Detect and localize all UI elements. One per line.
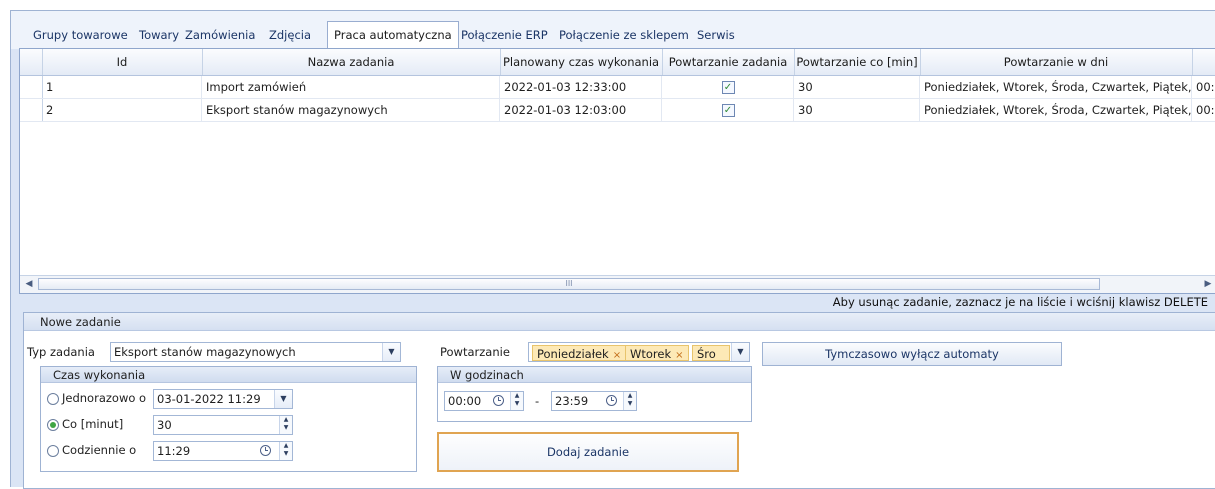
main-window: Grupy towarowe Towary Zamówienia Zdjęcia… bbox=[10, 10, 1215, 489]
tab-towary[interactable]: Towary bbox=[133, 24, 185, 46]
spin-icon[interactable]: ▲ ▼ bbox=[279, 442, 292, 460]
cell-every: 30 bbox=[794, 76, 920, 98]
once-label: Jednorazowo o bbox=[62, 391, 147, 405]
every-radio[interactable] bbox=[47, 419, 59, 431]
remove-tag-icon[interactable]: × bbox=[613, 350, 621, 361]
chevron-down-icon[interactable]: ▼ bbox=[731, 343, 749, 361]
horizontal-scrollbar[interactable]: ◀ III ▶ bbox=[20, 275, 1215, 293]
delete-hint: Aby usunąc zadanie, zaznacz je na liście… bbox=[832, 295, 1208, 309]
once-datetime-input[interactable]: 03-01-2022 11:29 ▼ bbox=[153, 389, 293, 409]
scroll-right-icon[interactable]: ▶ bbox=[1201, 278, 1215, 291]
cell-planned: 2022-01-03 12:33:00 bbox=[500, 76, 662, 98]
daily-time-input[interactable]: 11:29 ▲ ▼ bbox=[153, 441, 293, 461]
tab-bar: Grupy towarowe Towary Zamówienia Zdjęcia… bbox=[11, 11, 1215, 50]
tab-polaczenie-ze-sklepem[interactable]: Połączenie ze sklepem bbox=[553, 24, 695, 46]
daily-radio[interactable] bbox=[47, 445, 59, 457]
tasks-grid[interactable]: Id Nazwa zadania Planowany czas wykonani… bbox=[19, 48, 1215, 294]
hours-from-input[interactable]: 00:00 ▲ ▼ bbox=[444, 391, 524, 411]
every-minutes-input[interactable]: 30 ▲ ▼ bbox=[153, 415, 293, 435]
col-header-every[interactable]: Powtarzanie co [min] bbox=[794, 49, 921, 75]
remove-tag-icon[interactable]: × bbox=[675, 350, 683, 361]
tab-zamowienia[interactable]: Zamówienia bbox=[179, 24, 261, 46]
cell-extra: 00:0 bbox=[1192, 76, 1215, 98]
repeat-checkbox[interactable]: ✓ bbox=[721, 81, 735, 94]
clock-icon bbox=[606, 395, 617, 406]
table-row[interactable]: 1 Import zamówień 2022-01-03 12:33:00 ✓ … bbox=[20, 76, 1215, 99]
table-row[interactable]: 2 Eksport stanów magazynowych 2022-01-03… bbox=[20, 99, 1215, 122]
hours-title: W godzinach bbox=[438, 367, 751, 383]
clock-icon bbox=[493, 395, 504, 406]
tab-polaczenie-erp[interactable]: Połączenie ERP bbox=[455, 24, 554, 46]
hours-from-value: 00:00 bbox=[448, 394, 482, 408]
chevron-down-icon[interactable]: ▼ bbox=[274, 390, 292, 408]
grid-header: Id Nazwa zadania Planowany czas wykonani… bbox=[20, 49, 1215, 76]
new-task-title: Nowe zadanie bbox=[24, 313, 1215, 331]
task-type-select[interactable]: Eksport stanów magazynowych ▼ bbox=[110, 342, 401, 362]
day-tag[interactable]: Śro bbox=[692, 345, 730, 361]
hours-to-input[interactable]: 23:59 ▲ ▼ bbox=[551, 391, 637, 411]
col-header-id[interactable]: Id bbox=[42, 49, 203, 75]
repeat-checkbox[interactable]: ✓ bbox=[721, 104, 735, 117]
add-task-button[interactable]: Dodaj zadanie bbox=[437, 432, 739, 472]
exec-time-title: Czas wykonania bbox=[41, 367, 416, 383]
col-header-repeat[interactable]: Powtarzanie zadania bbox=[662, 49, 795, 75]
spin-icon[interactable]: ▲ ▼ bbox=[510, 392, 523, 410]
row-indicator[interactable] bbox=[20, 99, 43, 121]
hours-group: W godzinach 00:00 ▲ ▼ - 23:59 ▲ ▼ bbox=[437, 366, 752, 422]
cell-repeat: ✓ bbox=[662, 76, 794, 98]
every-label: Co [minut] bbox=[62, 417, 124, 431]
tab-grupy-towarowe[interactable]: Grupy towarowe bbox=[27, 24, 134, 46]
repeat-days-select[interactable]: Poniedziałek × Wtorek × Śro ▼ bbox=[528, 342, 750, 362]
cell-name: Import zamówień bbox=[202, 76, 500, 98]
every-value: 30 bbox=[157, 418, 172, 432]
daily-value: 11:29 bbox=[157, 444, 191, 458]
clock-icon bbox=[260, 445, 271, 456]
hours-separator: - bbox=[535, 394, 540, 408]
scroll-thumb[interactable]: III bbox=[38, 278, 1100, 290]
col-header-days[interactable]: Powtarzanie w dni bbox=[920, 49, 1193, 75]
hours-to-value: 23:59 bbox=[555, 394, 589, 408]
exec-time-group: Czas wykonania Jednorazowo o 03-01-2022 … bbox=[40, 366, 417, 472]
scroll-left-icon[interactable]: ◀ bbox=[22, 278, 36, 291]
tab-zdjecia[interactable]: Zdjęcia bbox=[263, 24, 317, 46]
new-task-panel: Nowe zadanie Typ zadania Eksport stanów … bbox=[23, 312, 1215, 489]
repeat-label: Powtarzanie bbox=[440, 345, 510, 359]
tab-praca-automatyczna[interactable]: Praca automatyczna bbox=[327, 21, 459, 50]
col-header-planned[interactable]: Planowany czas wykonania bbox=[500, 49, 663, 75]
cell-extra: 00:0 bbox=[1192, 99, 1215, 121]
spin-icon[interactable]: ▲ ▼ bbox=[279, 416, 292, 434]
spin-icon[interactable]: ▲ ▼ bbox=[623, 392, 636, 410]
cell-id: 1 bbox=[42, 76, 202, 98]
tab-serwis[interactable]: Serwis bbox=[691, 24, 741, 46]
cell-id: 2 bbox=[42, 99, 202, 121]
row-indicator-header bbox=[20, 49, 43, 75]
cell-every: 30 bbox=[794, 99, 920, 121]
cell-repeat: ✓ bbox=[662, 99, 794, 121]
task-type-label: Typ zadania bbox=[27, 345, 95, 359]
cell-planned: 2022-01-03 12:03:00 bbox=[500, 99, 662, 121]
once-value: 03-01-2022 11:29 bbox=[157, 392, 261, 406]
col-header-name[interactable]: Nazwa zadania bbox=[202, 49, 501, 75]
cell-days: Poniedziałek, Wtorek, Środa, Czwartek, P… bbox=[920, 99, 1192, 121]
day-tag[interactable]: Wtorek × bbox=[625, 345, 689, 361]
task-type-value: Eksport stanów magazynowych bbox=[114, 345, 296, 359]
chevron-down-icon[interactable]: ▼ bbox=[382, 343, 400, 361]
disable-automation-button[interactable]: Tymczasowo wyłącz automaty bbox=[762, 342, 1062, 366]
cell-days: Poniedziałek, Wtorek, Środa, Czwartek, P… bbox=[920, 76, 1192, 98]
col-header-extra[interactable] bbox=[1192, 49, 1215, 75]
row-indicator[interactable] bbox=[20, 76, 43, 98]
day-tag[interactable]: Poniedziałek × bbox=[532, 345, 627, 361]
cell-name: Eksport stanów magazynowych bbox=[202, 99, 500, 121]
once-radio[interactable] bbox=[47, 393, 59, 405]
daily-label: Codziennie o bbox=[62, 443, 137, 457]
